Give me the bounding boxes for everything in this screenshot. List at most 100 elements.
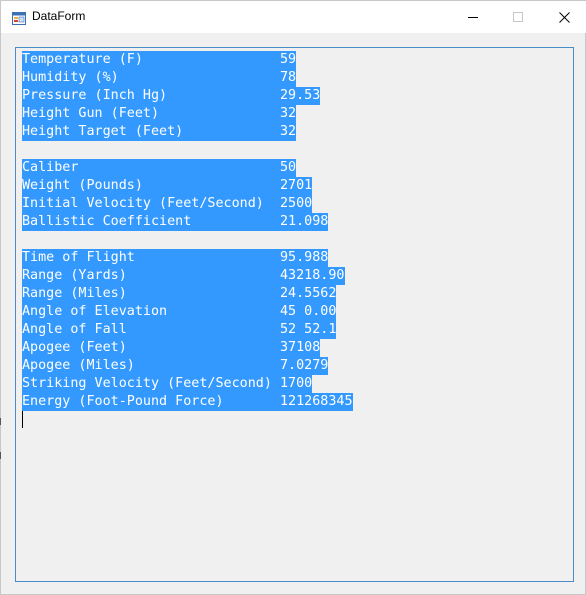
selected-text: Range (Yards) 43218.90	[22, 267, 345, 285]
selected-text: Height Target (Feet) 32	[22, 123, 297, 141]
row-label: Ballistic Coefficient	[22, 214, 192, 229]
selected-text: Apogee (Miles) 7.0279	[22, 357, 329, 375]
data-row: Time of Flight 95.988	[22, 249, 353, 267]
row-label: Height Target (Feet)	[22, 124, 184, 139]
data-textbox[interactable]: Temperature (F) 59 Humidity (%) 78 Pressur…	[15, 47, 574, 582]
title-bar[interactable]: DataForm	[1, 1, 586, 33]
data-row: Pressure (Inch Hg) 29.53	[22, 87, 353, 105]
data-row: Apogee (Feet) 37108	[22, 339, 353, 357]
row-value: 78	[280, 70, 297, 85]
row-value: 95.988	[280, 250, 329, 265]
data-row: Apogee (Miles) 7.0279	[22, 357, 353, 375]
row-label: Energy (Foot-Pound Force)	[22, 394, 224, 409]
row-value: 2500	[279, 196, 313, 211]
row-padding	[264, 196, 280, 211]
row-padding	[191, 214, 280, 229]
selected-text: Angle of Fall 52 52.1	[22, 321, 337, 339]
data-row: Initial Velocity (Feet/Second) 2500	[22, 195, 353, 213]
edge-mark	[0, 452, 1, 459]
data-row: Ballistic Coefficient 21.098	[22, 213, 353, 231]
selected-text: Striking Velocity (Feet/Second) 1700	[22, 375, 313, 393]
row-padding	[119, 70, 280, 85]
row-label: Apogee (Miles)	[22, 358, 135, 373]
row-label: Apogee (Feet)	[22, 340, 127, 355]
data-row: Caliber 50	[22, 159, 353, 177]
row-value: 37108	[280, 340, 321, 355]
data-row: Height Gun (Feet) 32	[22, 105, 353, 123]
row-label: Angle of Fall	[22, 322, 127, 337]
row-padding	[127, 322, 280, 337]
row-padding	[167, 88, 280, 103]
row-value: 59	[280, 52, 297, 67]
row-value: 1700	[279, 376, 313, 391]
row-label: Time of Flight	[22, 250, 135, 265]
row-padding	[135, 250, 280, 265]
row-value: 50	[279, 160, 297, 175]
row-value: 24.5562	[280, 286, 337, 301]
row-value: 21.098	[280, 214, 329, 229]
row-padding	[183, 124, 280, 139]
row-padding	[127, 286, 280, 301]
row-padding	[135, 358, 280, 373]
data-lines: Temperature (F) 59 Humidity (%) 78 Pressur…	[22, 51, 353, 411]
row-label: Height Gun (Feet)	[22, 106, 160, 121]
selected-text: Time of Flight 95.988	[22, 249, 329, 267]
selected-text: Angle of Elevation 45 0.00	[22, 303, 337, 321]
row-padding	[78, 160, 280, 175]
row-value: 52 52.1	[280, 322, 337, 337]
row-label: Weight (Pounds)	[22, 178, 143, 193]
row-padding	[272, 376, 280, 391]
row-padding	[143, 178, 280, 193]
selected-text: Caliber 50	[22, 159, 297, 177]
text-caret	[22, 411, 23, 428]
selected-text: Pressure (Inch Hg) 29.53	[22, 87, 321, 105]
selected-text: Apogee (Feet) 37108	[22, 339, 321, 357]
row-padding	[143, 52, 280, 67]
row-padding	[224, 394, 280, 409]
data-row: Striking Velocity (Feet/Second) 1700	[22, 375, 353, 393]
minimize-icon	[468, 17, 478, 18]
row-label: Angle of Elevation	[22, 304, 168, 319]
row-value: 121268345	[279, 394, 353, 409]
data-row: Range (Yards) 43218.90	[22, 267, 353, 285]
maximize-button[interactable]	[495, 1, 541, 33]
data-row: Temperature (F) 59	[22, 51, 353, 69]
data-row: Height Target (Feet) 32	[22, 123, 353, 141]
row-label: Range (Yards)	[22, 268, 127, 283]
row-label: Temperature (F)	[22, 52, 143, 67]
form-icon	[12, 10, 26, 25]
selected-text: Initial Velocity (Feet/Second) 2500	[22, 195, 313, 213]
selected-text: Ballistic Coefficient 21.098	[22, 213, 329, 231]
row-value: 29.53	[280, 88, 321, 103]
row-label: Range (Miles)	[22, 286, 127, 301]
row-value: 7.0279	[280, 358, 329, 373]
row-label: Initial Velocity (Feet/Second)	[22, 196, 264, 211]
selected-text: Energy (Foot-Pound Force) 121268345	[22, 393, 353, 411]
selected-text: Range (Miles) 24.5562	[22, 285, 337, 303]
row-padding	[167, 304, 280, 319]
row-value: 32	[280, 124, 297, 139]
row-value: 43218.90	[280, 268, 345, 283]
row-label: Caliber	[22, 160, 79, 175]
row-label: Pressure (Inch Hg)	[22, 88, 168, 103]
close-icon	[558, 11, 570, 23]
app-window: DataForm Temperature (F) 59 Humidity (%) …	[0, 0, 586, 595]
maximize-icon	[513, 12, 523, 22]
row-value: 2701	[280, 178, 313, 193]
selected-text: Height Gun (Feet) 32	[22, 105, 297, 123]
data-row: Weight (Pounds) 2701	[22, 177, 353, 195]
row-label: Striking Velocity (Feet/Second)	[22, 376, 272, 391]
row-label: Humidity (%)	[22, 70, 119, 85]
row-value: 45 0.00	[280, 304, 337, 319]
minimize-button[interactable]	[450, 1, 496, 33]
row-padding	[127, 268, 280, 283]
row-value: 32	[280, 106, 297, 121]
row-padding	[159, 106, 280, 121]
data-row: Range (Miles) 24.5562	[22, 285, 353, 303]
data-row: Humidity (%) 78	[22, 69, 353, 87]
close-button[interactable]	[541, 1, 586, 33]
row-padding	[127, 340, 280, 355]
data-row: Energy (Foot-Pound Force) 121268345	[22, 393, 353, 411]
